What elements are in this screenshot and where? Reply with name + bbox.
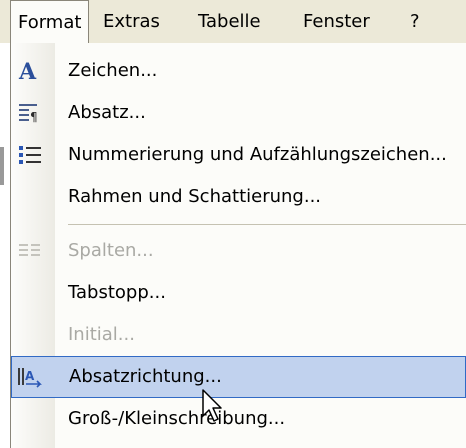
menu-item-zeichen[interactable]: A Zeichen... [11, 50, 466, 92]
menu-help-label: ? [410, 11, 420, 32]
menu-item-label: Groß-/Kleinschreibung... [68, 408, 286, 429]
edge-mark [0, 147, 4, 185]
menu-item-absatz[interactable]: ¶ Absatz... [11, 92, 466, 134]
menu-item-label: Nummerierung und Aufzählungszeichen... [68, 144, 447, 165]
menu-separator [68, 224, 466, 225]
menu-item-gross-kleinschreibung[interactable]: Groß-/Kleinschreibung... [11, 398, 466, 440]
format-dropdown-menu: A Zeichen... ¶ Absatz... Nummerierung un… [10, 43, 466, 448]
menu-bar: Format Extras Tabelle Fenster ? [0, 0, 466, 44]
menu-extras-label: Extras [103, 11, 160, 32]
menu-item-tabstopp[interactable]: Tabstopp... [11, 272, 466, 314]
menu-fenster[interactable]: Fenster [303, 0, 370, 43]
menu-help[interactable]: ? [410, 0, 420, 43]
menu-item-initial: Initial... [11, 314, 466, 356]
menu-item-spalten: Spalten... [11, 230, 466, 272]
svg-text:¶: ¶ [30, 110, 38, 124]
character-a-icon: A [18, 59, 37, 83]
menu-item-rahmen[interactable]: Rahmen und Schattierung... [11, 176, 466, 218]
svg-text:A: A [18, 59, 37, 83]
menu-item-label: Rahmen und Schattierung... [68, 186, 322, 207]
menu-item-absatzrichtung[interactable]: A Absatzrichtung... [11, 356, 466, 398]
menu-tabelle[interactable]: Tabelle [198, 0, 261, 43]
menu-fenster-label: Fenster [303, 11, 370, 32]
menu-item-label: Zeichen... [68, 60, 158, 81]
menu-item-nummerierung[interactable]: Nummerierung und Aufzählungszeichen... [11, 134, 466, 176]
svg-text:A: A [25, 369, 35, 383]
menu-format[interactable]: Format [10, 0, 90, 44]
menu-format-label: Format [18, 12, 82, 33]
columns-icon [19, 244, 40, 256]
window-edge [0, 43, 10, 448]
menu-item-label: Absatz... [68, 102, 146, 123]
menu-item-label: Tabstopp... [68, 282, 166, 303]
mouse-cursor-icon [202, 389, 222, 422]
menu-tabelle-label: Tabelle [198, 11, 261, 32]
bullets-list-icon [19, 146, 41, 164]
paragraph-direction-icon: A [18, 368, 42, 388]
menu-item-label: Absatzrichtung... [69, 366, 222, 387]
menu-extras[interactable]: Extras [103, 0, 160, 43]
menu-item-label: Initial... [68, 324, 135, 345]
paragraph-icon: ¶ [19, 104, 38, 124]
menu-item-label: Spalten... [68, 240, 154, 261]
